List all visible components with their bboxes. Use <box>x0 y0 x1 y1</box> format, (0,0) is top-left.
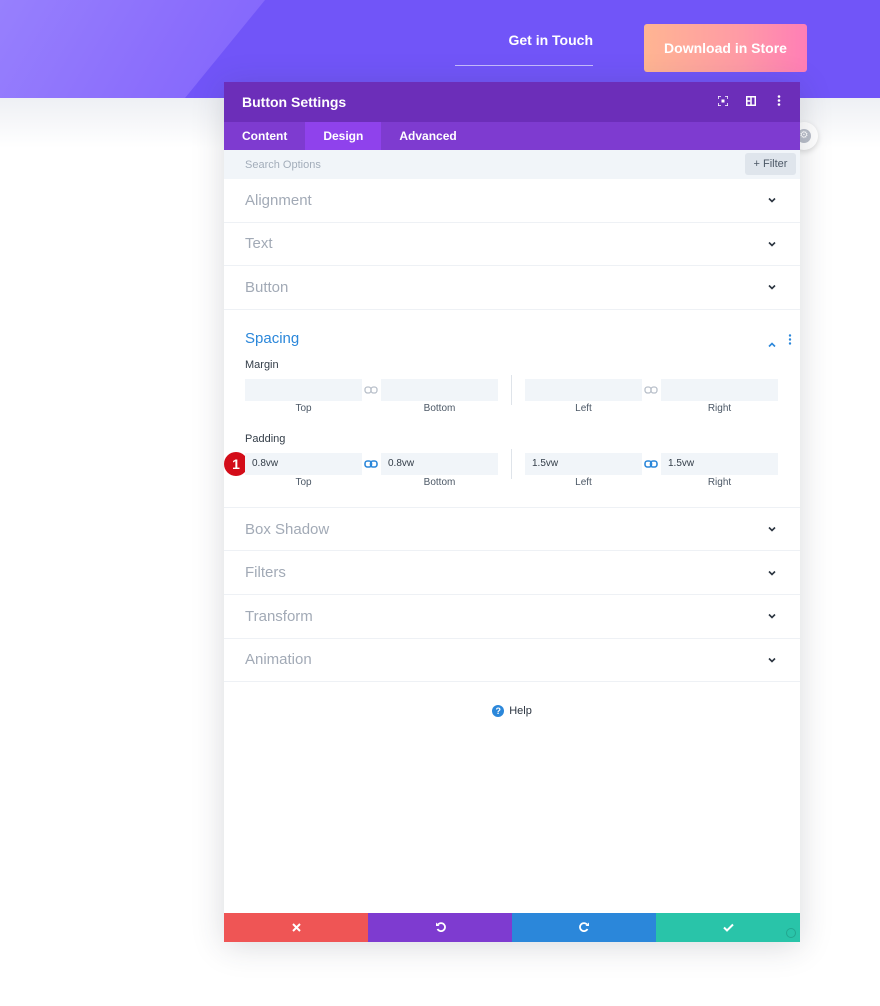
margin-bottom-input[interactable] <box>381 378 498 401</box>
tab-design[interactable]: Design <box>305 122 382 150</box>
margin-left-caption: Left <box>575 402 592 414</box>
filter-button[interactable]: + Filter <box>745 153 796 175</box>
padding-left-caption: Left <box>575 476 592 488</box>
padding-bottom-caption: Bottom <box>423 476 456 488</box>
section-transform[interactable]: Transform <box>224 595 800 639</box>
settings-tabs: Content Design Advanced <box>224 122 800 150</box>
chevron-down-icon <box>766 610 778 622</box>
padding-top-caption: Top <box>295 476 312 488</box>
chevron-down-icon <box>766 238 778 250</box>
plus-icon: + <box>753 158 760 170</box>
chevron-down-icon <box>766 523 778 535</box>
section-title: Filters <box>245 564 286 582</box>
section-button[interactable]: Button <box>224 266 800 310</box>
link-off-icon[interactable] <box>364 383 378 397</box>
margin-label: Margin <box>245 358 279 371</box>
section-alignment[interactable]: Alignment <box>224 179 800 223</box>
padding-fields: 1 0.8vw 0.8vw 1.5vw 1.5vw <box>224 448 779 479</box>
section-filters[interactable]: Filters <box>224 551 800 595</box>
section-text[interactable]: Text <box>224 223 800 267</box>
margin-left-input[interactable] <box>525 378 642 401</box>
undo-button[interactable] <box>368 913 512 942</box>
margin-right-caption: Right <box>707 402 732 414</box>
redo-button[interactable] <box>512 913 656 942</box>
margin-fields <box>245 374 779 405</box>
download-in-store-button[interactable]: Download in Store <box>644 24 807 72</box>
help-label: Help <box>509 705 532 718</box>
section-title: Animation <box>245 651 312 669</box>
section-animation[interactable]: Animation <box>224 639 800 683</box>
get-in-touch-link[interactable]: Get in Touch <box>455 26 593 66</box>
more-vertical-icon[interactable] <box>788 334 792 348</box>
section-title: Text <box>245 235 273 253</box>
save-button[interactable] <box>656 913 800 942</box>
modal-footer <box>224 913 800 942</box>
chevron-down-icon <box>766 654 778 666</box>
undo-icon <box>435 920 446 935</box>
section-title: Transform <box>245 607 313 625</box>
cancel-button[interactable] <box>224 913 368 942</box>
padding-left-input[interactable]: 1.5vw <box>525 452 642 475</box>
tab-content[interactable]: Content <box>224 122 305 150</box>
modal-title: Button Settings <box>242 94 347 110</box>
section-title: Box Shadow <box>245 520 330 538</box>
section-title: Alignment <box>245 191 312 209</box>
more-vertical-icon[interactable] <box>772 95 786 109</box>
chevron-down-icon <box>766 281 778 293</box>
padding-captions: Top Bottom Left Right <box>245 475 779 491</box>
section-box-shadow[interactable]: Box Shadow <box>224 508 800 552</box>
chevron-up-icon[interactable] <box>766 339 778 351</box>
tab-advanced[interactable]: Advanced <box>381 122 474 150</box>
padding-bottom-input[interactable]: 0.8vw <box>381 452 498 475</box>
chevron-down-icon <box>766 194 778 206</box>
checkmark-icon <box>722 920 734 935</box>
section-spacing-title[interactable]: Spacing <box>245 310 779 359</box>
link-icon[interactable] <box>364 457 378 471</box>
expand-icon[interactable] <box>716 94 730 109</box>
margin-top-caption: Top <box>295 402 312 414</box>
section-title: Button <box>245 278 289 296</box>
filter-label: Filter <box>762 158 788 170</box>
button-settings-modal: Button Settings Content Design Advanced <box>224 82 800 942</box>
header-actions <box>716 82 786 122</box>
margin-bottom-caption: Bottom <box>423 402 456 414</box>
margin-captions: Top Bottom Left Right <box>245 401 779 417</box>
link-off-icon[interactable] <box>644 383 658 397</box>
close-icon <box>291 920 301 935</box>
modal-header: Button Settings <box>224 82 800 122</box>
padding-right-caption: Right <box>707 476 732 488</box>
search-options-input[interactable] <box>245 158 545 171</box>
margin-right-input[interactable] <box>661 378 778 401</box>
help-icon: ? <box>492 705 505 718</box>
link-icon[interactable] <box>644 457 658 471</box>
sidebar-layout-icon[interactable] <box>744 95 758 109</box>
section-spacing: Spacing Margin Top Bottom Left Right Pad… <box>224 310 800 508</box>
padding-right-input[interactable]: 1.5vw <box>661 452 778 475</box>
page: Get in Touch Download in Store ⚙ Button … <box>0 0 880 1006</box>
padding-label: Padding <box>245 432 286 445</box>
search-options-bar: + Filter <box>224 150 800 179</box>
redo-icon <box>578 920 590 935</box>
padding-top-input[interactable]: 0.8vw <box>245 452 362 475</box>
help-link[interactable]: ? Help <box>224 682 800 740</box>
chevron-down-icon <box>766 567 778 579</box>
margin-top-input[interactable] <box>245 378 362 401</box>
resize-handle[interactable] <box>786 928 796 938</box>
